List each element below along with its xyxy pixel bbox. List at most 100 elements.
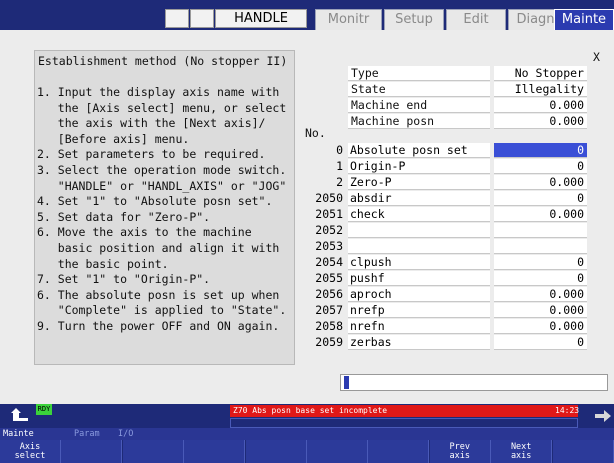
- input-cursor: [344, 376, 349, 389]
- status-label: Machine posn: [348, 114, 490, 129]
- param-value[interactable]: [494, 223, 587, 238]
- return-icon[interactable]: [10, 407, 30, 423]
- param-value[interactable]: 0: [494, 255, 587, 270]
- param-row[interactable]: 2 Zero-P 0.000: [305, 175, 590, 191]
- param-value[interactable]: 0: [494, 159, 587, 174]
- alarm-message: Z70 Abs posn base set incomplete: [230, 405, 578, 417]
- param-row[interactable]: 2051 check 0.000: [305, 207, 590, 223]
- procedure-step-line: 2. Set parameters to be required.: [37, 147, 266, 162]
- param-row[interactable]: 2052: [305, 223, 590, 239]
- next-arrow-icon[interactable]: [594, 408, 612, 422]
- procedure-step-line: 9. Turn the power OFF and ON again.: [37, 318, 280, 333]
- procedure-steps: 1. Input the display axis name with the …: [37, 85, 286, 335]
- param-number: 2053: [315, 239, 343, 253]
- menu-path-2: Param: [74, 429, 100, 439]
- function-key[interactable]: [307, 440, 368, 463]
- procedure-title: Establishment method (No stopper II): [38, 54, 288, 68]
- status-row: State Illegality: [348, 82, 610, 97]
- menu-path-1: Mainte: [3, 429, 34, 439]
- procedure-step-line: 4. Set "1" to "Absolute posn set".: [37, 194, 273, 209]
- param-name: [348, 223, 490, 238]
- status-value: No Stopper: [494, 66, 587, 81]
- param-name: Origin-P: [348, 159, 490, 174]
- param-value[interactable]: 0.000: [494, 207, 587, 222]
- status-row: Type No Stopper: [348, 66, 610, 81]
- param-number: 2052: [315, 223, 343, 237]
- param-row[interactable]: 2059 zerbas 0: [305, 335, 590, 351]
- param-row[interactable]: 0 Absolute posn set 0: [305, 143, 590, 159]
- param-name: aproch: [348, 287, 490, 302]
- procedure-step-line: basic position and align it with: [37, 240, 280, 255]
- function-key[interactable]: [368, 440, 430, 463]
- param-number: 2057: [315, 303, 343, 317]
- param-name: absdir: [348, 191, 490, 206]
- param-value[interactable]: [494, 239, 587, 254]
- axis-label: X: [593, 50, 600, 64]
- param-row[interactable]: 2058 nrefn 0.000: [305, 319, 590, 335]
- param-number: 2: [336, 175, 343, 189]
- param-row[interactable]: 2054 clpush 0: [305, 255, 590, 271]
- param-name: nrefp: [348, 303, 490, 318]
- param-row[interactable]: 2053: [305, 239, 590, 255]
- status-label: Type: [348, 66, 490, 81]
- blank-indicator-2: [190, 9, 214, 28]
- blank-indicator-1: [165, 9, 189, 28]
- param-number: 2051: [315, 207, 343, 221]
- function-key[interactable]: [61, 440, 123, 463]
- tab-edit[interactable]: Edit: [446, 9, 506, 30]
- status-value: 0.000: [494, 114, 587, 129]
- function-key[interactable]: [245, 440, 307, 463]
- function-key[interactable]: [184, 440, 246, 463]
- status-row: Machine end 0.000: [348, 98, 610, 113]
- param-number: 2054: [315, 255, 343, 269]
- param-name: Zero-P: [348, 175, 490, 190]
- param-row[interactable]: 2056 aproch 0.000: [305, 287, 590, 303]
- param-row[interactable]: 1 Origin-P 0: [305, 159, 590, 175]
- function-key[interactable]: Axis select: [0, 440, 61, 463]
- param-name: [348, 239, 490, 254]
- param-name: Absolute posn set: [348, 143, 490, 158]
- param-name: check: [348, 207, 490, 222]
- param-row[interactable]: 2055 pushf 0: [305, 271, 590, 287]
- param-number: 2058: [315, 319, 343, 333]
- procedure-step-line: 3. Select the operation mode switch.: [37, 162, 287, 177]
- param-number: 2050: [315, 191, 343, 205]
- param-value[interactable]: 0.000: [494, 319, 587, 334]
- procedure-step-line: the [Axis select] menu, or select: [37, 100, 287, 115]
- param-value[interactable]: 0: [494, 191, 587, 206]
- param-name: nrefn: [348, 319, 490, 334]
- param-number: 1: [336, 159, 343, 173]
- param-value[interactable]: 0: [494, 143, 587, 158]
- param-row[interactable]: 2050 absdir 0: [305, 191, 590, 207]
- function-key[interactable]: [552, 440, 614, 463]
- function-key[interactable]: Next axis: [491, 440, 553, 463]
- menu-path-3: I/O: [118, 429, 134, 439]
- status-value: Illegality: [494, 82, 587, 97]
- function-key[interactable]: [122, 440, 184, 463]
- status-label: State: [348, 82, 490, 97]
- param-row[interactable]: 2057 nrefp 0.000: [305, 303, 590, 319]
- procedure-step-line: "Complete" is applied to "State".: [37, 303, 287, 318]
- operation-mode: HANDLE: [215, 9, 307, 28]
- message-line-2: [230, 418, 578, 428]
- procedure-step-line: 7. Set "1" to "Origin-P".: [37, 272, 211, 287]
- param-value[interactable]: 0: [494, 335, 587, 350]
- procedure-step-line: "HANDLE" or "HANDL_AXIS" or "JOG": [37, 178, 287, 193]
- param-value[interactable]: 0: [494, 271, 587, 286]
- procedure-step-line: [Before axis] menu.: [37, 131, 190, 146]
- param-name: zerbas: [348, 335, 490, 350]
- tab-monitr[interactable]: Monitr: [315, 9, 382, 30]
- procedure-step-line: 6. Move the axis to the machine: [37, 225, 252, 240]
- param-number: 2056: [315, 287, 343, 301]
- param-value[interactable]: 0.000: [494, 303, 587, 318]
- procedure-step-line: the basic point.: [37, 256, 169, 271]
- status-label: Machine end: [348, 98, 490, 113]
- tab-mainte[interactable]: Mainte: [554, 9, 614, 30]
- tab-setup[interactable]: Setup: [384, 9, 444, 30]
- param-number: 2055: [315, 271, 343, 285]
- function-key[interactable]: Prev axis: [429, 440, 491, 463]
- param-value[interactable]: 0.000: [494, 287, 587, 302]
- input-field[interactable]: [340, 374, 608, 391]
- status-row: Machine posn 0.000: [348, 114, 610, 129]
- param-value[interactable]: 0.000: [494, 175, 587, 190]
